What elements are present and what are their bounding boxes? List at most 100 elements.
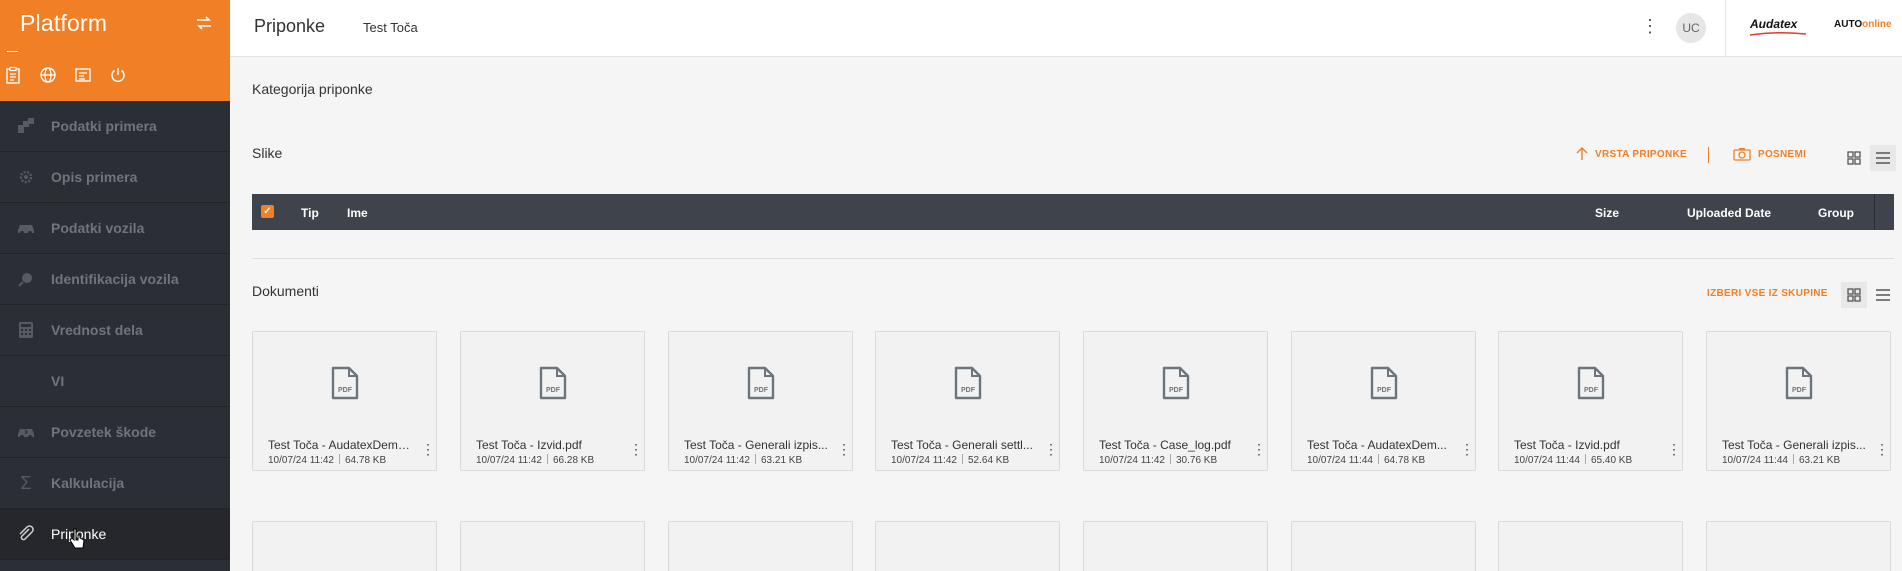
document-card[interactable] xyxy=(1083,521,1268,571)
document-card[interactable] xyxy=(668,521,853,571)
select-all-in-group-button[interactable]: IZBERI VSE IZ SKUPINE xyxy=(1707,288,1828,299)
clipboard-icon[interactable] xyxy=(2,64,24,86)
more-vert-icon[interactable]: ⋮ xyxy=(421,442,435,460)
pdf-file-icon: PDF xyxy=(954,366,982,400)
audatex-swoosh xyxy=(1749,31,1807,36)
document-card[interactable] xyxy=(1291,521,1476,571)
list-view-icon[interactable] xyxy=(1870,282,1896,308)
sidebar-item-podatki-primera[interactable]: Podatki primera xyxy=(0,101,230,152)
document-card[interactable]: PDF Test Toča - Generali izpis... 10/07/24… xyxy=(668,331,853,471)
column-header-uploaded-date[interactable]: Uploaded Date xyxy=(1687,206,1771,220)
sidebar-item-opis-primera[interactable]: Opis primera xyxy=(0,152,230,203)
document-card[interactable] xyxy=(252,521,437,571)
sidebar-item-label: Kalkulacija xyxy=(51,475,125,491)
images-heading: Slike xyxy=(252,145,283,161)
document-date: 10/07/24 11:42 xyxy=(476,455,542,466)
magnifier-icon xyxy=(15,268,37,290)
column-header-size[interactable]: Size xyxy=(1595,206,1619,220)
car-icon xyxy=(15,217,37,239)
document-name: Test Toča - AudatexDemo... xyxy=(268,438,413,452)
sidebar: Platform Podatki primera Opis primera Po… xyxy=(0,0,230,571)
document-card[interactable] xyxy=(1498,521,1683,571)
power-icon[interactable] xyxy=(107,64,129,86)
document-card[interactable] xyxy=(1706,521,1891,571)
sidebar-item-povzetek-skode[interactable]: Povzetek škode xyxy=(0,407,230,458)
category-heading: Kategorija priponke xyxy=(252,81,373,97)
svg-text:PDF: PDF xyxy=(546,387,561,394)
images-table-header: ✓ Tip Ime Size Uploaded Date Group xyxy=(252,194,1894,230)
page-title: Priponke xyxy=(254,16,326,36)
pdf-file-icon: PDF xyxy=(1785,366,1813,400)
paperclip-icon xyxy=(15,523,37,545)
document-name: Test Toča - Izvid.pdf xyxy=(476,438,582,452)
more-vert-icon[interactable]: ⋮ xyxy=(1667,442,1681,460)
sidebar-item-priponke[interactable]: Priponke xyxy=(0,509,230,560)
svg-text:PDF: PDF xyxy=(1377,387,1392,394)
document-card[interactable]: PDF Test Toča - Izvid.pdf 10/07/24 11:44 65… xyxy=(1498,331,1683,471)
document-card[interactable]: PDF Test Toča - Case_log.pdf 10/07/24 11:4… xyxy=(1083,331,1268,471)
svg-text:PDF: PDF xyxy=(961,387,976,394)
pdf-file-icon: PDF xyxy=(331,366,359,400)
sidebar-item-kalkulacija[interactable]: Σ Kalkulacija xyxy=(0,458,230,509)
sigma-icon: Σ xyxy=(20,472,32,493)
camera-icon xyxy=(1733,148,1751,161)
document-meta: 10/07/24 11:42 66.28 KB xyxy=(476,454,594,466)
top-bar: Priponke Test Toča ⋮ UC Audatex AUTOonli… xyxy=(230,0,1902,57)
sidebar-item-vi[interactable]: VI xyxy=(0,356,230,407)
document-card[interactable] xyxy=(875,521,1060,571)
more-vert-icon[interactable]: ⋮ xyxy=(1252,442,1266,460)
avatar[interactable]: UC xyxy=(1676,13,1706,43)
more-vert-icon[interactable]: ⋮ xyxy=(837,442,851,460)
document-date: 10/07/24 11:42 xyxy=(684,455,750,466)
document-name: Test Toča - Generali izpis... xyxy=(684,438,828,452)
attachment-type-label: VRSTA PRIPONKE xyxy=(1595,148,1687,160)
document-name: Test Toča - Generali izpis... xyxy=(1722,438,1866,452)
grid-view-icon[interactable] xyxy=(1841,282,1867,308)
capture-button[interactable]: POSNEMI xyxy=(1733,147,1806,161)
grid-view-icon[interactable] xyxy=(1841,145,1867,171)
pdf-file-icon: PDF xyxy=(1162,366,1190,400)
more-vert-icon[interactable]: ⋮ xyxy=(1875,442,1889,460)
select-all-in-group-label: IZBERI VSE IZ SKUPINE xyxy=(1707,288,1828,299)
sidebar-item-label: Podatki primera xyxy=(51,118,157,134)
column-header-tip[interactable]: Tip xyxy=(301,206,319,220)
more-vert-icon[interactable]: ⋮ xyxy=(1640,16,1660,36)
swap-arrows-icon[interactable] xyxy=(193,14,215,32)
column-header-ime[interactable]: Ime xyxy=(347,206,368,220)
sidebar-item-podatki-vozila[interactable]: Podatki vozila xyxy=(0,203,230,254)
sidebar-item-label: Vrednost dela xyxy=(51,322,143,338)
gear-icon xyxy=(15,166,37,188)
document-name: Test Toča - Izvid.pdf xyxy=(1514,438,1620,452)
sidebar-nav: Podatki primera Opis primera Podatki voz… xyxy=(0,101,230,560)
more-vert-icon[interactable]: ⋮ xyxy=(629,442,643,460)
document-card[interactable]: PDF Test Toča - Izvid.pdf 10/07/24 11:42 66… xyxy=(460,331,645,471)
document-meta: 10/07/24 11:44 65.40 KB xyxy=(1514,454,1632,466)
svg-text:PDF: PDF xyxy=(1792,387,1807,394)
document-name: Test Toča - Case_log.pdf xyxy=(1099,438,1231,452)
globe-icon[interactable] xyxy=(37,64,59,86)
column-header-group[interactable]: Group xyxy=(1818,206,1854,220)
list-view-icon[interactable] xyxy=(1870,145,1896,171)
document-card[interactable]: PDF Test Toča - Generali izpis... 10/07/24… xyxy=(1706,331,1891,471)
document-card[interactable]: PDF Test Toča - Generali settl... 10/07/24… xyxy=(875,331,1060,471)
sidebar-item-identifikacija-vozila[interactable]: Identifikacija vozila xyxy=(0,254,230,305)
brand-part-b: online xyxy=(1862,19,1892,30)
form-icon[interactable] xyxy=(72,64,94,86)
attachment-type-button[interactable]: VRSTA PRIPONKE xyxy=(1576,147,1687,161)
document-card[interactable]: PDF Test Toča - AudatexDem... 10/07/24 11:… xyxy=(1291,331,1476,471)
document-card[interactable] xyxy=(460,521,645,571)
capture-label: POSNEMI xyxy=(1758,148,1807,160)
pdf-file-icon: PDF xyxy=(1370,366,1398,400)
document-card[interactable]: PDF Test Toča - AudatexDemo... 10/07/24 11… xyxy=(252,331,437,471)
select-all-checkbox[interactable]: ✓ xyxy=(261,205,274,218)
sidebar-item-label: Identifikacija vozila xyxy=(51,271,179,287)
damaged-car-icon xyxy=(15,421,37,443)
divider xyxy=(1725,0,1726,56)
document-size: 52.64 KB xyxy=(968,455,1010,466)
more-vert-icon[interactable]: ⋮ xyxy=(1044,442,1058,460)
brand-part-a: AUTO xyxy=(1834,19,1863,30)
more-vert-icon[interactable]: ⋮ xyxy=(1460,442,1474,460)
column-divider xyxy=(1874,194,1875,230)
documents-heading: Dokumenti xyxy=(252,283,319,299)
sidebar-item-vrednost-dela[interactable]: Vrednost dela xyxy=(0,305,230,356)
